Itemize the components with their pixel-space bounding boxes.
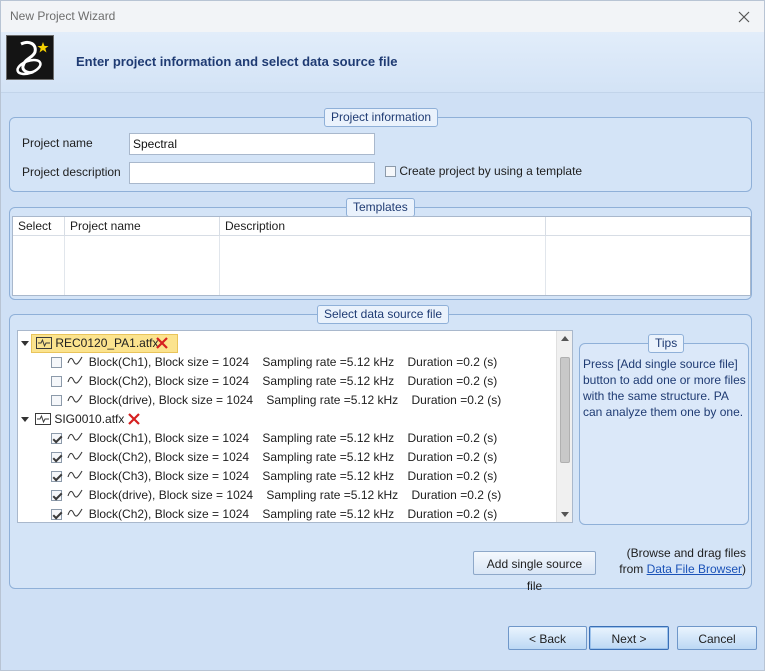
signal-file-icon bbox=[35, 413, 51, 425]
waveform-icon bbox=[67, 470, 83, 479]
tree-file-node[interactable]: REC0120_PA1.atfx bbox=[18, 334, 558, 353]
browse-hint-line1: (Browse and drag files bbox=[626, 546, 746, 560]
block-label: Block(Ch2), Block size = 1024 Sampling r… bbox=[88, 507, 498, 521]
grid-divider bbox=[219, 236, 220, 295]
browse-hint: (Browse and drag files from Data File Br… bbox=[604, 545, 746, 577]
scroll-down-icon[interactable] bbox=[561, 512, 569, 517]
file-name: REC0120_PA1.atfx bbox=[55, 336, 159, 350]
waveform-icon bbox=[67, 451, 83, 460]
project-name-label: Project name bbox=[22, 136, 93, 150]
block-label: Block(Ch1), Block size = 1024 Sampling r… bbox=[88, 431, 498, 445]
tree-scrollbar[interactable] bbox=[556, 331, 572, 522]
tree-block-node[interactable]: Block(Ch2), Block size = 1024 Sampling r… bbox=[51, 372, 497, 391]
tree-block-node[interactable]: Block(Ch3), Block size = 1024 Sampling r… bbox=[51, 467, 497, 486]
block-checkbox[interactable] bbox=[51, 452, 62, 464]
back-button[interactable]: < Back bbox=[508, 626, 587, 650]
templates-grid-header: Select Project name Description bbox=[13, 217, 750, 236]
data-file-browser-link[interactable]: Data File Browser bbox=[647, 562, 742, 576]
templates-caption: Templates bbox=[346, 198, 415, 217]
close-button[interactable] bbox=[724, 1, 764, 32]
block-label: Block(Ch2), Block size = 1024 Sampling r… bbox=[88, 374, 498, 388]
block-label: Block(drive), Block size = 1024 Sampling… bbox=[88, 488, 502, 502]
block-checkbox[interactable] bbox=[51, 471, 62, 483]
column-header-project-name[interactable]: Project name bbox=[65, 217, 220, 235]
tree-file-node[interactable]: SIG0010.atfx bbox=[18, 410, 558, 429]
window-title: New Project Wizard bbox=[10, 9, 116, 23]
block-label: Block(Ch2), Block size = 1024 Sampling r… bbox=[88, 450, 498, 464]
project-name-input[interactable] bbox=[129, 133, 375, 155]
waveform-icon bbox=[67, 394, 83, 403]
column-header-description[interactable]: Description bbox=[220, 217, 546, 235]
wizard-logo-icon bbox=[16, 40, 49, 76]
tree-block-node[interactable]: Block(drive), Block size = 1024 Sampling… bbox=[51, 391, 501, 410]
browse-hint-line2: from Data File Browser) bbox=[604, 561, 746, 577]
template-checkbox[interactable] bbox=[385, 166, 396, 178]
block-label: Block(drive), Block size = 1024 Sampling… bbox=[88, 393, 502, 407]
project-description-input[interactable] bbox=[129, 162, 375, 184]
waveform-icon bbox=[67, 508, 83, 517]
app-logo bbox=[6, 35, 54, 80]
block-checkbox[interactable] bbox=[51, 395, 62, 407]
block-checkbox[interactable] bbox=[51, 509, 62, 521]
tips-caption: Tips bbox=[648, 334, 685, 353]
page-title: Enter project information and select dat… bbox=[76, 54, 398, 69]
scroll-up-icon[interactable] bbox=[561, 336, 569, 341]
tree-block-node[interactable]: Block(Ch1), Block size = 1024 Sampling r… bbox=[51, 429, 497, 448]
waveform-icon bbox=[67, 432, 83, 441]
block-checkbox[interactable] bbox=[51, 490, 62, 502]
block-checkbox[interactable] bbox=[51, 357, 62, 369]
browse-hint-close: ) bbox=[742, 562, 746, 576]
tree-block-node[interactable]: Block(Ch1), Block size = 1024 Sampling r… bbox=[51, 353, 497, 372]
waveform-icon bbox=[67, 356, 83, 365]
grid-divider bbox=[64, 236, 65, 295]
column-header-extra[interactable] bbox=[546, 217, 751, 235]
block-label: Block(Ch1), Block size = 1024 Sampling r… bbox=[88, 355, 498, 369]
templates-group: Templates Select Project name Descriptio… bbox=[9, 198, 752, 300]
delete-file-icon[interactable] bbox=[126, 411, 142, 427]
waveform-icon bbox=[67, 375, 83, 384]
file-label[interactable]: SIG0010.atfx bbox=[31, 410, 128, 429]
template-checkbox-row[interactable]: Create project by using a template bbox=[385, 164, 582, 178]
templates-grid[interactable]: Select Project name Description bbox=[12, 216, 751, 296]
data-source-group: Select data source file REC0120_PA1.atfx bbox=[9, 305, 752, 593]
expand-arrow-icon[interactable] bbox=[21, 417, 29, 422]
add-single-source-file-button[interactable]: Add single source file bbox=[473, 551, 596, 593]
file-name: SIG0010.atfx bbox=[54, 412, 125, 426]
project-info-caption: Project information bbox=[324, 108, 439, 127]
grid-divider bbox=[545, 236, 546, 295]
column-header-select[interactable]: Select bbox=[13, 217, 65, 235]
title-bar: New Project Wizard bbox=[1, 1, 764, 32]
next-button[interactable]: Next > bbox=[589, 626, 669, 650]
cancel-button[interactable]: Cancel bbox=[677, 626, 757, 650]
browse-hint-from: from bbox=[619, 562, 644, 576]
scroll-thumb[interactable] bbox=[560, 357, 570, 463]
wizard-window: New Project Wizard Enter project informa… bbox=[0, 0, 765, 671]
wizard-header: Enter project information and select dat… bbox=[1, 32, 764, 93]
project-info-group: Project information Project name Project… bbox=[9, 108, 752, 192]
tree-block-node[interactable]: Block(Ch2), Block size = 1024 Sampling r… bbox=[51, 448, 497, 467]
expand-arrow-icon[interactable] bbox=[21, 341, 29, 346]
waveform-icon bbox=[67, 489, 83, 498]
tips-text: Press [Add single source file] button to… bbox=[583, 357, 746, 419]
block-checkbox[interactable] bbox=[51, 376, 62, 388]
data-source-caption: Select data source file bbox=[317, 305, 450, 324]
delete-file-icon[interactable] bbox=[154, 335, 170, 351]
close-icon bbox=[738, 11, 750, 22]
block-checkbox[interactable] bbox=[51, 433, 62, 445]
signal-file-icon bbox=[36, 337, 52, 349]
tree-block-node[interactable]: Block(drive), Block size = 1024 Sampling… bbox=[51, 486, 501, 505]
tips-panel: Tips Press [Add single source file] butt… bbox=[579, 334, 749, 525]
block-label: Block(Ch3), Block size = 1024 Sampling r… bbox=[88, 469, 498, 483]
tree-block-node[interactable]: Block(Ch2), Block size = 1024 Sampling r… bbox=[51, 505, 498, 522]
template-checkbox-label: Create project by using a template bbox=[399, 164, 583, 178]
data-source-tree[interactable]: REC0120_PA1.atfx Block(Ch1), Block size … bbox=[17, 330, 573, 523]
project-description-label: Project description bbox=[22, 165, 121, 179]
